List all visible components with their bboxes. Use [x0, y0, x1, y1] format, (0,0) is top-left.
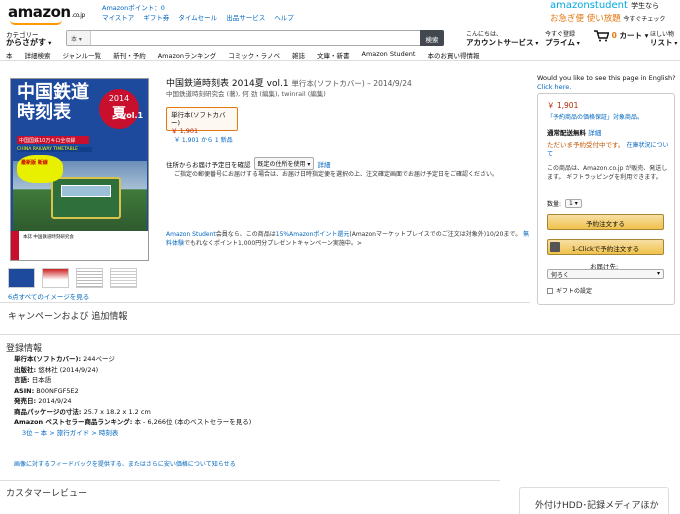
quantity-select[interactable]: 1 ▾	[565, 199, 582, 208]
prime-promo[interactable]: お急ぎ便 使い放題 今すぐチェック	[550, 12, 665, 24]
subnav-advanced-search[interactable]: 詳細検索	[25, 50, 51, 60]
subnav-books[interactable]: 本	[6, 50, 13, 60]
prime-menu[interactable]: 今すぐ登録 プライム ▾	[545, 31, 580, 48]
category-menu[interactable]: カテゴリー からさがす ▾	[6, 31, 51, 47]
used-offers: ￥ 1,901 から 1 新品	[174, 135, 233, 144]
cover-year-badge: 2014 夏	[99, 89, 139, 129]
campaign-heading: キャンペーンおよび 追加情報	[8, 312, 128, 322]
cart-button[interactable]: 0 カート ▾	[593, 30, 648, 42]
subnav-bunko[interactable]: 文庫・新書	[317, 50, 350, 60]
top-nav: マイストア ギフト券 タイムセール 出品サービス ヘルプ	[102, 12, 294, 22]
amazon-logo[interactable]: amazon.co.jp	[8, 3, 85, 21]
gift-option[interactable]: ギフトの設定	[547, 286, 592, 295]
quantity-row: 数量: 1 ▾	[547, 199, 582, 208]
nav-sellerservices[interactable]: 出品サービス	[226, 12, 265, 22]
locomotive-image	[51, 177, 121, 219]
registration-heading: 登録情報	[6, 344, 43, 354]
thumbnail-3[interactable]	[76, 268, 103, 288]
ad-box[interactable]: 外付けHDD･記録メディアほか	[519, 487, 669, 514]
search-category-select[interactable]: 本 ▾	[67, 31, 91, 45]
detail-row: ASIN: B00NFGF5E2	[14, 386, 79, 395]
nav-mystore[interactable]: マイストア	[102, 12, 134, 22]
preorder-button[interactable]: 予約注文する	[547, 214, 664, 230]
campaign-text: Amazon Student会員なら、この商品は15%Amazonポイント還元(…	[166, 231, 530, 247]
account-menu[interactable]: こんにちは、 アカウントサービス ▾	[466, 31, 538, 48]
format-label: 単行本(ソフトカバー)	[171, 111, 226, 127]
cover-volume: vol.1	[121, 111, 144, 120]
address-select[interactable]: 既定の住所を使用 ▾	[253, 157, 315, 170]
detail-row: 商品パッケージの寸法: 25.7 x 18.2 x 1.2 cm	[14, 407, 151, 416]
thumbnail-4[interactable]	[110, 268, 137, 288]
subnav-new-releases[interactable]: 新刊・予約	[113, 50, 146, 60]
address-note: ご指定の郵便番号にお届けする場合は、お届け日時指定便を選択の上、注文確定画面でお…	[174, 171, 499, 178]
cover-title: 中国鉄道 時刻表	[17, 82, 89, 123]
product-cover-image[interactable]: 中国鉄道 時刻表 2014 夏 vol.1 中国国鉄10万キロ全収録 CHINA R…	[10, 78, 149, 261]
student-banner[interactable]: amazonstudent 学生なら	[550, 0, 659, 11]
nav-help[interactable]: ヘルプ	[274, 12, 294, 22]
english-link[interactable]: Click here.	[537, 83, 571, 91]
subnav-ranking[interactable]: Amazonランキング	[158, 50, 217, 60]
product-binding: 単行本(ソフトカバー) – 2014/9/24	[291, 79, 412, 88]
shipping-details-link[interactable]: 詳細	[588, 129, 601, 137]
student-link[interactable]: Amazon Student	[166, 231, 216, 238]
thumbnail-1[interactable]	[8, 268, 35, 288]
subnav-comics[interactable]: コミック・ラノベ	[228, 50, 280, 60]
shipping-info: 通常配送無料 詳細	[547, 129, 602, 137]
cover-english: CHINA RAILWAY TIMETABLE	[17, 147, 92, 152]
amazon-smile-icon	[10, 20, 62, 25]
detail-row: 言語: 日本語	[14, 376, 52, 384]
cart-count: 0	[611, 31, 617, 40]
subnav-bar: 本 詳細検索 ジャンル一覧 新刊・予約 Amazonランキング コミック・ラノベ…	[0, 48, 680, 61]
detail-row: Amazon ベストセラー商品ランキング: 本 - 6,266位 (本のベストセ…	[14, 418, 252, 426]
divider	[0, 334, 680, 335]
thumbnail-2[interactable]	[42, 268, 69, 288]
cover-footer: 本誌 中国鉄道時刻研究会	[11, 231, 148, 260]
used-price[interactable]: ￥ 1,901 から	[174, 137, 213, 144]
format-option-selected[interactable]: 単行本(ソフトカバー) ￥ 1,901	[166, 107, 238, 135]
cover-burst: 最新版 新線	[17, 155, 63, 183]
format-price: ￥ 1,901	[171, 127, 199, 135]
oneclick-icon	[550, 242, 560, 252]
wishlist-menu[interactable]: ほしい物 リスト ▾	[650, 31, 677, 48]
ship-to-select[interactable]: 何ろく ▾	[547, 269, 664, 279]
address-details-link[interactable]: 詳細	[317, 159, 330, 169]
divider	[0, 480, 500, 481]
feedback-link[interactable]: 画像に対するフィードバックを提供する、またはさらに安い価格について知らせる	[14, 459, 236, 468]
product-authors[interactable]: 中国鉄道時刻研究会 (著), 何 劲 (編集), twinrail (編集)	[166, 88, 326, 98]
detail-row: 発売日: 2014/9/24	[14, 397, 72, 405]
new-offers-link[interactable]: 1 新品	[215, 137, 233, 144]
subnav-magazines[interactable]: 雑誌	[292, 50, 305, 60]
oneclick-preorder-button[interactable]: 1-Clickで予約注文する	[547, 239, 664, 255]
product-details: 単行本(ソフトカバー): 244ページ 出版社: 悠林社 (2014/9/24)…	[14, 354, 251, 438]
address-label: 住所からお届け予定日を確認	[166, 160, 251, 169]
buybox-price: ￥ 1,901	[547, 101, 579, 110]
price-guarantee-link[interactable]: 「予約商品の価格保証」対象商品。	[547, 112, 643, 121]
points-campaign-link[interactable]: 15%Amazonポイント還元	[276, 231, 350, 238]
more-images-link[interactable]: 6点すべてのイメージを見る	[8, 291, 89, 301]
detail-row: 単行本(ソフトカバー): 244ページ	[14, 355, 115, 363]
nav-timesale[interactable]: タイムセール	[178, 12, 217, 22]
subnav-genres[interactable]: ジャンル一覧	[63, 50, 102, 60]
sold-by-info: この商品は、Amazon.co.jp が販売、発送します。 ギフトラッピングを利…	[547, 165, 668, 181]
search-input[interactable]	[66, 30, 444, 46]
nav-giftcard[interactable]: ギフト券	[143, 12, 169, 22]
cover-footer-bar	[11, 231, 19, 260]
divider	[0, 302, 530, 303]
points-link[interactable]: Amazonポイント：0	[102, 2, 165, 12]
address-row: 住所からお届け予定日を確認 既定の住所を使用 ▾ 詳細	[166, 157, 330, 170]
subnav-deals[interactable]: 本のお買い得情報	[427, 50, 479, 60]
rank-breadcrumb[interactable]: 3位 ─ 本 > 旅行ガイド > 時刻表	[14, 428, 251, 439]
search-button[interactable]: 検索	[420, 30, 444, 46]
reviews-heading: カスタマーレビュー	[6, 489, 88, 499]
detail-row: 出版社: 悠林社 (2014/9/24)	[14, 365, 99, 374]
subnav-student[interactable]: Amazon Student	[362, 50, 416, 60]
cart-icon	[594, 30, 610, 42]
availability-status: ただいま予約受付中です。 在庫状況について	[547, 141, 669, 158]
english-prompt: Would you like to see this page in Engli…	[537, 74, 676, 91]
cover-banner: 中国国鉄10万キロ全収録	[17, 136, 89, 144]
gift-checkbox[interactable]	[547, 287, 553, 294]
